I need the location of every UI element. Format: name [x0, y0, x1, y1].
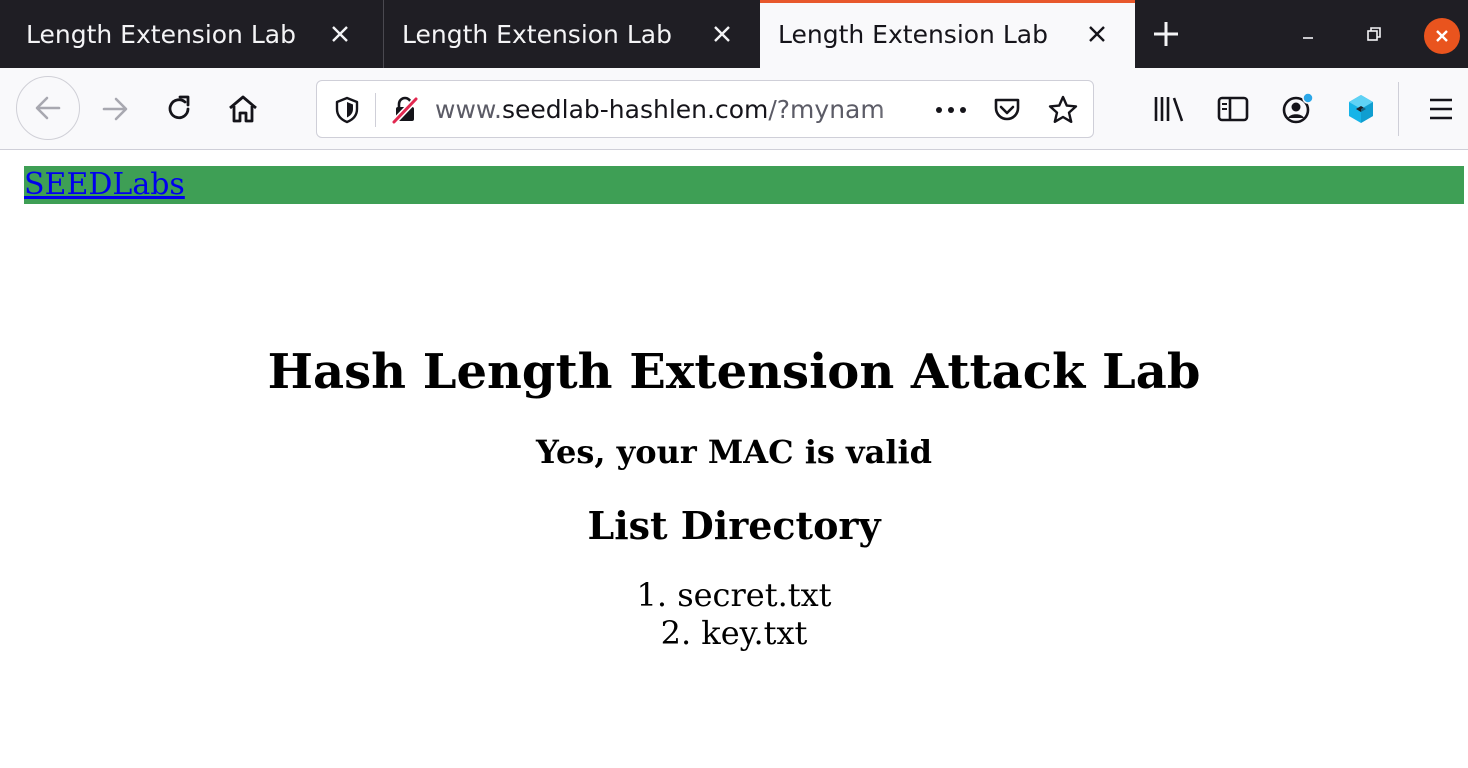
plus-icon	[1154, 22, 1178, 46]
extension-cube-icon	[1349, 95, 1373, 123]
tab-close-icon[interactable]	[324, 18, 356, 50]
url-prefix: www.	[435, 95, 502, 124]
minimize-button[interactable]	[1292, 18, 1324, 50]
url-text[interactable]: www.seedlab-hashlen.com/?mynam	[435, 81, 925, 139]
window-close-button[interactable]	[1424, 18, 1460, 54]
address-bar[interactable]: www.seedlab-hashlen.com/?mynam	[316, 80, 1094, 138]
list-item-filename: key.txt	[701, 614, 808, 652]
page-actions-button[interactable]	[931, 90, 971, 130]
tab-1[interactable]: Length Extension Lab	[0, 0, 378, 68]
main-content: Hash Length Extension Attack Lab Yes, yo…	[0, 330, 1468, 652]
site-nav-bar: SEEDLabs	[24, 166, 1464, 204]
restore-icon	[1367, 27, 1381, 41]
library-button[interactable]	[1144, 84, 1194, 134]
home-icon	[229, 95, 257, 123]
urlbar-divider	[375, 93, 376, 127]
url-path: /?mynam	[768, 95, 885, 124]
account-icon	[1282, 92, 1314, 124]
insecure-lock-icon[interactable]	[385, 90, 425, 130]
list-item-filename: secret.txt	[677, 576, 832, 614]
list-item-index: 2.	[660, 614, 692, 652]
extension-button[interactable]	[1336, 84, 1386, 134]
tab-title: Length Extension Lab	[26, 19, 296, 49]
library-icon	[1154, 97, 1184, 122]
reload-button[interactable]	[154, 84, 204, 134]
hamburger-menu-icon	[1430, 98, 1452, 120]
app-menu-button[interactable]	[1416, 84, 1466, 134]
tab-strip: Length Extension Lab Length Extension La…	[0, 0, 1468, 68]
navigation-toolbar: www.seedlab-hashlen.com/?mynam	[0, 68, 1468, 150]
url-host: seedlab-hashlen.com	[502, 95, 769, 124]
tracking-protection-shield-icon[interactable]	[327, 90, 367, 130]
star-icon	[1048, 95, 1078, 123]
tab-close-icon[interactable]	[1081, 18, 1113, 50]
tab-2[interactable]: Length Extension Lab	[384, 0, 760, 68]
account-button[interactable]	[1272, 84, 1322, 134]
restore-button[interactable]	[1358, 18, 1390, 50]
back-button[interactable]	[16, 76, 80, 140]
new-tab-button[interactable]	[1146, 14, 1186, 54]
page-title: Hash Length Extension Attack Lab	[267, 344, 1201, 400]
list-item-index: 1.	[636, 576, 668, 614]
list-item: 1. secret.txt	[0, 576, 1468, 614]
seedlabs-link[interactable]: SEEDLabs	[24, 166, 185, 204]
forward-button[interactable]	[90, 84, 140, 134]
tab-title: Length Extension Lab	[402, 19, 672, 49]
directory-list: 1. secret.txt 2. key.txt	[0, 576, 1468, 652]
reload-icon	[168, 95, 190, 120]
minimize-icon	[1303, 37, 1313, 39]
list-item: 2. key.txt	[0, 614, 1468, 652]
url-fade-overlay	[877, 85, 927, 135]
sidebar-icon	[1217, 96, 1249, 122]
home-button[interactable]	[218, 84, 268, 134]
mac-status-message: Yes, your MAC is valid	[535, 433, 933, 471]
section-title: List Directory	[587, 503, 881, 548]
tab-close-icon[interactable]	[706, 18, 738, 50]
pocket-icon	[994, 98, 1020, 121]
more-horizontal-icon	[936, 107, 966, 113]
close-icon	[1436, 30, 1448, 42]
toolbar-divider	[1398, 82, 1399, 136]
tab-3-active[interactable]: Length Extension Lab	[760, 0, 1135, 68]
bookmark-star-button[interactable]	[1043, 90, 1083, 130]
pocket-button[interactable]	[987, 90, 1027, 130]
forward-arrow-icon	[102, 97, 128, 121]
sidebar-button[interactable]	[1208, 84, 1258, 134]
tab-title: Length Extension Lab	[778, 19, 1048, 49]
back-arrow-icon	[35, 96, 61, 120]
